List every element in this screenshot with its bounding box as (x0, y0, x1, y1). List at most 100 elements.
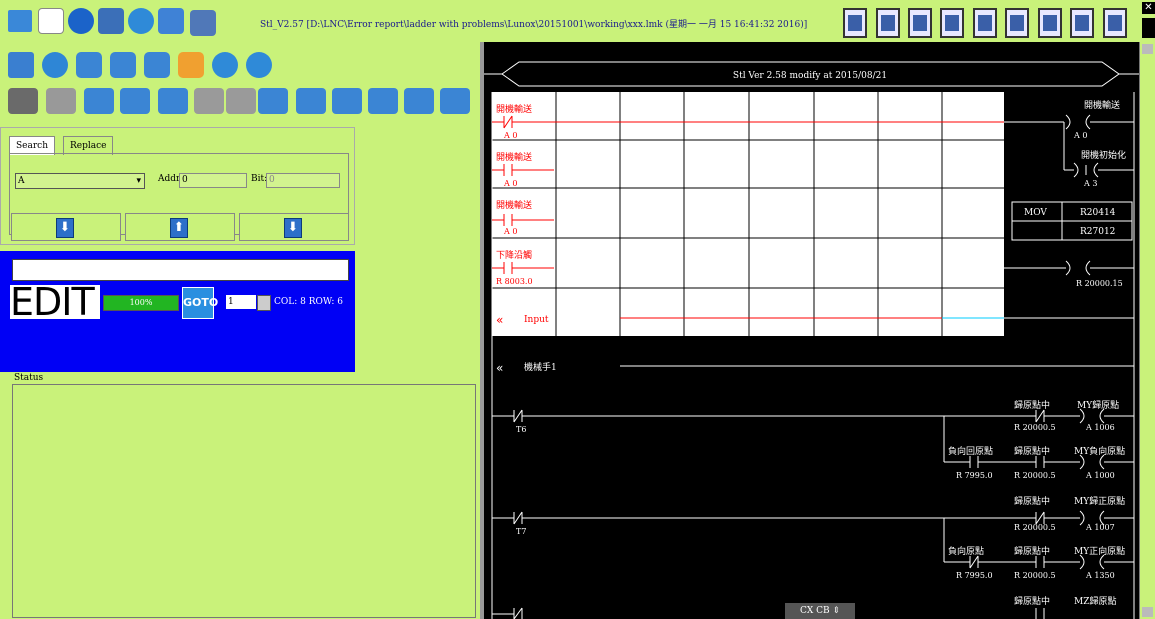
arrow-down-icon: ⬇ (284, 218, 302, 238)
lower4-coil[interactable] (1079, 554, 1105, 570)
view-button-7[interactable] (1038, 8, 1062, 38)
lower3-coil2-label: MY歸正原點 (1074, 495, 1125, 507)
window-title: Stl_V2.57 [D:\LNC\Error report\ladder wi… (260, 20, 808, 30)
row4-coil[interactable] (1065, 260, 1091, 276)
input-label: Input (524, 315, 549, 325)
scroll-up-icon[interactable] (1142, 44, 1153, 54)
manual-marker-icon: « (496, 361, 503, 375)
row2-contact-addr: A 0 (503, 179, 517, 188)
vertical-scrollbar[interactable] (1139, 42, 1155, 619)
row2-coil-label: 開機初始化 (1081, 149, 1126, 161)
header-text: Stl Ver 2.58 modify at 2015/08/21 (733, 71, 887, 81)
search-prev-button[interactable]: ⬆ (125, 213, 235, 241)
delete-row-icon[interactable] (120, 88, 150, 114)
goto-input[interactable]: 1 (226, 295, 256, 309)
undo-icon[interactable] (194, 88, 224, 114)
lock-icon[interactable] (128, 8, 154, 34)
lower2-coil[interactable] (1079, 454, 1105, 470)
insert-icon[interactable] (8, 52, 34, 78)
ladder-icon[interactable] (178, 52, 204, 78)
goto-button[interactable]: GOTO (182, 287, 218, 319)
cx-cb-toggle[interactable]: CX CB ⇕ (785, 603, 855, 619)
lower3-contact-addr: T7 (516, 527, 526, 536)
manual-label: 機械手1 (524, 361, 557, 373)
col-row-indicator: COL: 8 ROW: 6 (274, 297, 343, 307)
insert-rtn-icon[interactable] (404, 88, 434, 114)
insert-abc-icon[interactable] (332, 88, 362, 114)
open-folder-icon[interactable] (8, 10, 32, 32)
new-document-icon[interactable] (38, 8, 64, 34)
lower2-contact-label: 負向回原點 (948, 445, 993, 457)
view-button-8[interactable] (1070, 8, 1094, 38)
ladder-canvas: Stl Ver 2.58 modify at 2015/08/21 開機輸送 A… (484, 61, 1139, 619)
view-button-4[interactable] (940, 8, 964, 38)
monitor-icon[interactable] (144, 52, 170, 78)
cut-icon[interactable] (84, 88, 114, 114)
row3-contact-label: 開機輸送 (496, 199, 532, 211)
bit-input[interactable]: 0 (266, 173, 340, 188)
search-down-button[interactable]: ⬇ (239, 213, 349, 241)
lower5-coil1-label: 歸原點中 (1014, 595, 1050, 607)
lower2-contact-addr: R 7995.0 (956, 471, 993, 480)
lower4-mid-label: 歸原點中 (1014, 545, 1050, 557)
lower4-coil-addr: A 1350 (1085, 571, 1115, 580)
redo-icon[interactable] (226, 88, 256, 114)
save-icon[interactable] (158, 8, 184, 34)
wrench-icon[interactable] (212, 52, 238, 78)
close-icon[interactable]: ✕ (1142, 2, 1155, 14)
row3-contact-addr: A 0 (503, 227, 517, 236)
copy-icon[interactable] (8, 88, 38, 114)
search-panel: Search Replace A ▾ Addr: 0 Bit: 0 ⬇ ⬆ ⬇ (0, 127, 355, 245)
lower4-contact-label: 負向原點 (948, 545, 984, 557)
document-edit-icon[interactable] (76, 52, 102, 78)
print-icon[interactable] (42, 52, 68, 78)
delete-element-icon[interactable] (158, 88, 188, 114)
lower5-contact-nc (513, 607, 523, 619)
insert-abc2-icon[interactable] (368, 88, 398, 114)
view-button-3[interactable] (908, 8, 932, 38)
lower1-coil1-addr: R 20000.5 (1014, 423, 1056, 432)
progress-bar: 100% (103, 295, 179, 311)
ladder-diagram[interactable]: Stl Ver 2.58 modify at 2015/08/21 開機輸送 A… (484, 42, 1139, 619)
row2-contact-label: 開機輸送 (496, 151, 532, 163)
lower1-coil2-label: MY歸原點 (1077, 399, 1119, 411)
edit-panel: EDIT 100% GOTO 1 COL: 8 ROW: 6 (0, 251, 355, 372)
mov-source: R20414 (1080, 208, 1116, 218)
lower3-coil2-addr: A 1007 (1085, 523, 1115, 532)
edit-input[interactable] (12, 259, 349, 281)
scroll-down-icon[interactable] (1142, 607, 1153, 617)
lower3-coil1-addr: R 20000.5 (1014, 523, 1056, 532)
view-button-6[interactable] (1005, 8, 1029, 38)
lower4-contact-nc (969, 555, 979, 569)
insert-row-icon[interactable] (258, 88, 288, 114)
view-button-5[interactable] (973, 8, 997, 38)
lock-icon[interactable] (246, 52, 272, 78)
view-button-2[interactable] (876, 8, 900, 38)
close-file-icon[interactable] (190, 10, 216, 36)
status-label: Status (12, 373, 46, 383)
lower1-coil[interactable] (1079, 408, 1105, 424)
bit-value: 0 (269, 175, 275, 185)
translate-icon[interactable] (98, 8, 124, 34)
lower4-mid-addr: R 20000.5 (1014, 571, 1056, 580)
addr-input[interactable]: 0 (179, 173, 247, 188)
row4-coil-addr: R 20000.15 (1076, 279, 1123, 288)
row1-contact-label: 開機輸送 (496, 103, 532, 115)
paste-icon[interactable] (46, 88, 76, 114)
list-icon[interactable] (110, 52, 136, 78)
minimize-button[interactable] (1142, 18, 1155, 38)
view-button-1[interactable] (843, 8, 867, 38)
edit-grid[interactable] (492, 92, 1004, 336)
info-icon[interactable] (68, 8, 94, 34)
lower5-coil2-label: MZ歸原點 (1074, 595, 1116, 607)
view-button-9[interactable] (1103, 8, 1127, 38)
type-select[interactable]: A ▾ (15, 173, 145, 189)
search-next-button[interactable]: ⬇ (11, 213, 121, 241)
arrow-down-icon: ⬇ (56, 218, 74, 238)
insert-column-icon[interactable] (296, 88, 326, 114)
status-panel: Status (0, 373, 478, 619)
input-marker-icon: « (496, 313, 503, 327)
insert-end-icon[interactable] (440, 88, 470, 114)
goto-spinner[interactable] (257, 295, 271, 311)
row1-coil[interactable] (1065, 114, 1091, 130)
